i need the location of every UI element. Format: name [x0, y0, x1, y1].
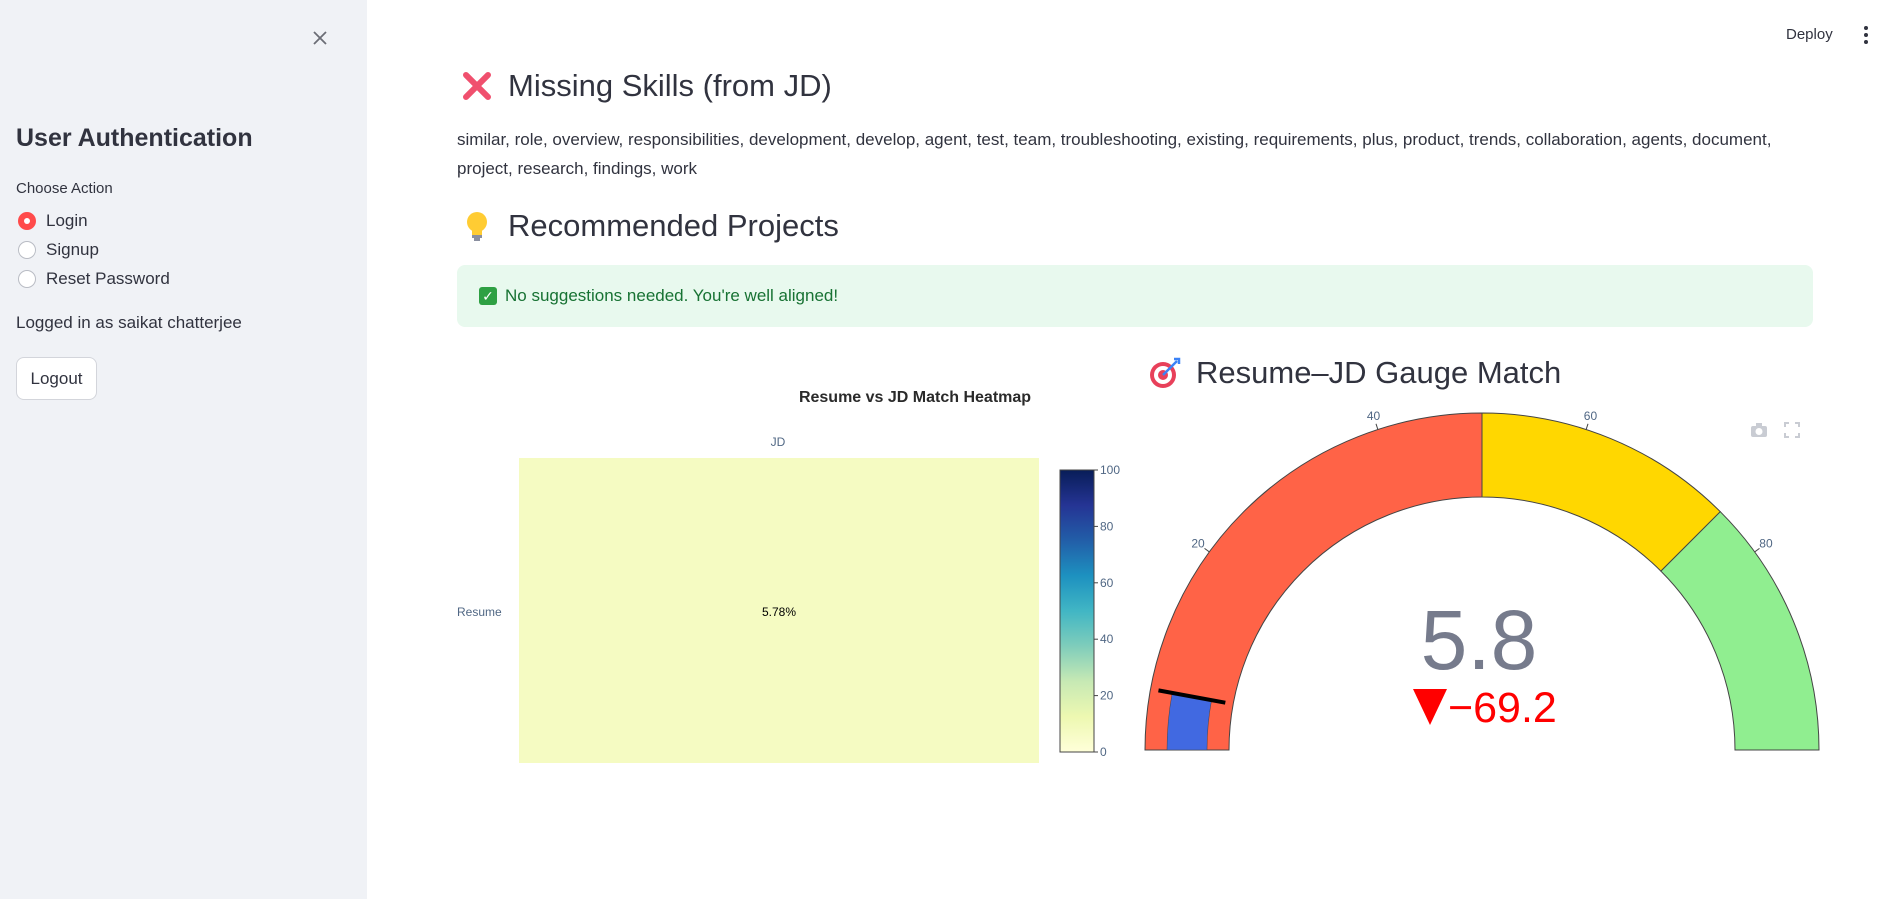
colorbar-tick-label: 0	[1100, 745, 1107, 759]
logout-button[interactable]: Logout	[16, 357, 97, 400]
heatmap-colorbar	[1059, 469, 1095, 753]
radio-label-signup: Signup	[46, 240, 99, 259]
gauge-tick-label: 60	[1584, 409, 1598, 423]
heatmap-cell-label: 5.78%	[762, 605, 796, 619]
success-alert-text: No suggestions needed. You're well align…	[505, 286, 839, 305]
check-mark-icon: ✓	[479, 287, 497, 305]
gauge-chart: 20 40 60 80 5.8 −69.2	[1144, 409, 1820, 751]
gauge-tick-label: 80	[1759, 537, 1773, 551]
gauge-step-2	[1660, 510, 1820, 751]
chart-modebar	[1750, 422, 1800, 438]
fullscreen-icon[interactable]	[1784, 422, 1800, 438]
gauge-tick-mark	[1585, 423, 1589, 430]
close-icon[interactable]	[309, 27, 331, 49]
deploy-button[interactable]: Deploy	[1786, 26, 1833, 43]
light-bulb-icon	[460, 209, 494, 243]
heatmap-y-tick: Resume	[457, 605, 502, 619]
gauge-tick-mark	[1375, 423, 1379, 430]
colorbar-tick-label: 20	[1100, 689, 1114, 703]
radio-button[interactable]	[18, 241, 36, 259]
recommended-projects-title: Recommended Projects	[508, 208, 839, 243]
radio-reset-password[interactable]: Reset Password	[18, 268, 170, 290]
sidebar: User Authentication Choose Action Login …	[0, 0, 367, 899]
missing-skills-title: Missing Skills (from JD)	[508, 68, 832, 103]
down-triangle-icon	[1413, 689, 1447, 725]
success-alert: ✓ No suggestions needed. You're well ali…	[457, 265, 1813, 327]
colorbar-tick-label: 80	[1100, 519, 1114, 533]
colorbar-ticks: 0 20 40 60 80 100	[1094, 463, 1120, 759]
gauge-heading: Resume–JD Gauge Match	[1148, 355, 1561, 391]
colorbar-tick-label: 60	[1100, 576, 1114, 590]
kebab-menu-icon[interactable]	[1863, 26, 1869, 46]
camera-icon[interactable]	[1750, 422, 1768, 438]
gauge-value: 5.8	[1421, 593, 1538, 687]
gauge-delta: −69.2	[1413, 684, 1557, 732]
target-icon	[1148, 356, 1182, 390]
logged-in-status: Logged in as saikat chatterjee	[16, 313, 242, 332]
gauge-tick-label: 20	[1191, 537, 1205, 551]
radio-login[interactable]: Login	[18, 210, 88, 232]
gauge-value-bar	[1166, 692, 1212, 751]
colorbar-tick-label: 100	[1100, 463, 1120, 477]
heatmap-title: Resume vs JD Match Heatmap	[799, 389, 1031, 406]
recommended-projects-heading: Recommended Projects	[460, 208, 839, 244]
radio-label-login: Login	[46, 211, 88, 230]
gauge-tick-label: 40	[1367, 409, 1381, 423]
gauge-tick-mark	[1204, 547, 1210, 553]
missing-skills-list: similar, role, overview, responsibilitie…	[457, 130, 1772, 178]
sidebar-title: User Authentication	[16, 124, 253, 152]
gauge-delta-value: −69.2	[1448, 684, 1557, 732]
radio-label-reset-password: Reset Password	[46, 269, 170, 288]
radio-button-selected[interactable]	[18, 212, 36, 230]
heatmap-chart: Resume vs JD Match Heatmap JD Resume 5.7…	[457, 389, 1120, 763]
radio-button[interactable]	[18, 270, 36, 288]
colorbar-tick-label: 40	[1100, 632, 1114, 646]
radio-signup[interactable]: Signup	[18, 239, 99, 261]
cross-mark-icon	[460, 69, 494, 103]
choose-action-label: Choose Action	[16, 180, 113, 197]
heatmap-x-tick: JD	[771, 435, 786, 449]
missing-skills-heading: Missing Skills (from JD)	[460, 68, 832, 104]
gauge-title: Resume–JD Gauge Match	[1196, 355, 1562, 390]
